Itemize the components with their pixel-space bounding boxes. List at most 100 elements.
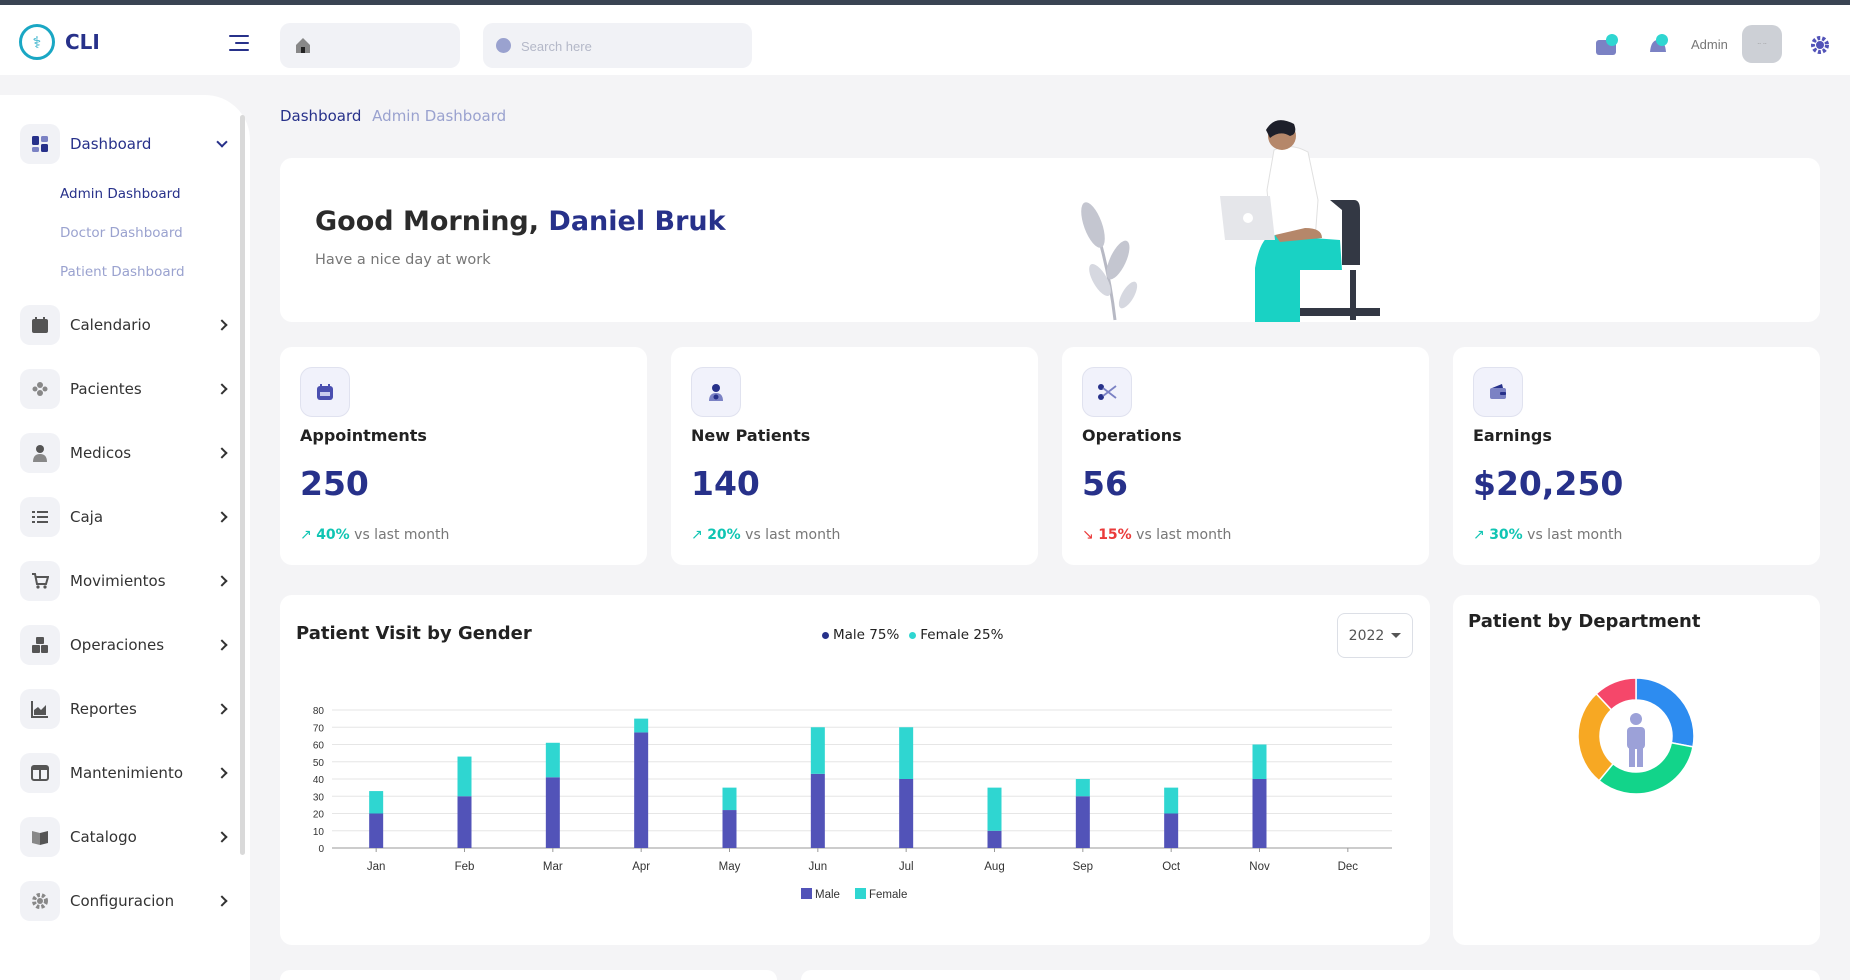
chevron-right-icon: [216, 575, 228, 587]
bar-male: [1252, 779, 1267, 848]
stat-trend: ↗ 40% vs last month: [300, 527, 449, 543]
bar-female: [1075, 779, 1090, 797]
bar-male: [1164, 813, 1179, 848]
sidebar: Dashboard Admin Dashboard Doctor Dashboa…: [0, 95, 250, 980]
patient-add-icon: [691, 367, 741, 417]
y-tick-label: 40: [313, 775, 325, 786]
x-tick-label: Oct: [1162, 861, 1181, 873]
bar-female: [899, 727, 914, 779]
x-tick-label: Dec: [1338, 861, 1359, 873]
avatar[interactable]: ·· ··: [1742, 25, 1782, 63]
scissors-icon: [1082, 367, 1132, 417]
trend-down-icon: ↘: [1082, 527, 1099, 543]
sidebar-scrollbar[interactable]: [240, 115, 245, 855]
legend-label-female: Female: [869, 889, 907, 901]
sidebar-item-label: Pacientes: [70, 380, 142, 398]
chevron-right-icon: [216, 895, 228, 907]
stat-title: New Patients: [691, 426, 811, 445]
menu-toggle-icon[interactable]: [229, 35, 249, 51]
sidebar-item-dashboard[interactable]: Dashboard: [20, 123, 230, 165]
welcome-card: Good Morning, Daniel Bruk Have a nice da…: [280, 158, 1820, 322]
sidebar-item-configuracion[interactable]: Configuracion: [20, 880, 230, 922]
bar-male: [545, 777, 560, 848]
home-pill[interactable]: [280, 23, 460, 68]
sidebar-item-calendario[interactable]: Calendario: [20, 304, 230, 346]
bar-female: [987, 787, 1002, 831]
book-icon: [20, 817, 60, 857]
top-header: ⚕ CLI Admin ·· ··: [0, 5, 1850, 75]
stat-value: 140: [691, 464, 760, 503]
department-chart-card: Patient by Department: [1453, 595, 1820, 945]
sidebar-item-mantenimiento[interactable]: Mantenimiento: [20, 752, 230, 794]
logo-text: CLI: [65, 30, 100, 54]
mail-icon[interactable]: [1594, 32, 1620, 58]
legend-swatch-female: [855, 888, 866, 899]
notification-bell-icon[interactable]: [1645, 32, 1671, 58]
stat-trend: ↗ 30% vs last month: [1473, 527, 1622, 543]
dashboard-icon: [20, 124, 60, 164]
stat-trend: ↘ 15% vs last month: [1082, 527, 1231, 543]
bar-male: [899, 779, 914, 848]
y-tick-label: 50: [313, 758, 325, 769]
person-icon: [1627, 713, 1645, 767]
bar-female: [457, 756, 472, 797]
home-icon: [296, 38, 310, 53]
bottom-card-right: [801, 970, 1820, 980]
stat-value: $20,250: [1473, 464, 1624, 503]
y-tick-label: 70: [313, 723, 325, 734]
sidebar-item-pacientes[interactable]: Pacientes: [20, 368, 230, 410]
doctor-icon: [20, 433, 60, 473]
bar-male: [987, 830, 1002, 848]
x-tick-label: Jan: [367, 861, 386, 873]
stat-value: 250: [300, 464, 369, 503]
legend-swatch-male: [801, 888, 812, 899]
search-input[interactable]: [521, 35, 731, 57]
trend-percent: 40%: [316, 527, 350, 543]
greeting-title: Good Morning, Daniel Bruk: [315, 206, 726, 237]
donut-slice: [1597, 741, 1694, 795]
trend-percent: 15%: [1098, 527, 1132, 543]
submenu-patient-dashboard[interactable]: Patient Dashboard: [60, 264, 185, 280]
y-tick-label: 60: [313, 741, 325, 752]
x-tick-label: May: [719, 861, 741, 873]
trend-suffix: vs last month: [349, 527, 450, 543]
bar-female: [369, 791, 384, 814]
chart-title: Patient Visit by Gender: [296, 623, 532, 644]
bar-male: [1075, 796, 1090, 848]
sidebar-item-catalogo[interactable]: Catalogo: [20, 816, 230, 858]
y-tick-label: 20: [313, 810, 325, 821]
sidebar-item-operaciones[interactable]: Operaciones: [20, 624, 230, 666]
chevron-right-icon: [216, 383, 228, 395]
bar-male: [369, 813, 384, 848]
caduceus-icon: ⚕: [19, 24, 55, 60]
search-icon: [496, 38, 511, 53]
stat-trend: ↗ 20% vs last month: [691, 527, 840, 543]
bar-female: [545, 742, 560, 778]
year-select[interactable]: 2022: [1337, 613, 1413, 658]
layout-icon: [20, 753, 60, 793]
sidebar-item-medicos[interactable]: Medicos: [20, 432, 230, 474]
submenu-doctor-dashboard[interactable]: Doctor Dashboard: [60, 225, 183, 241]
bar-female: [810, 727, 825, 774]
bar-female: [1164, 787, 1179, 814]
gender-bar-chart: 0 10 20 30 40 50 60 70 80 Jan Feb Mar Apr May Jun Jul Au…: [313, 706, 1392, 901]
user-name: Daniel Bruk: [548, 206, 726, 237]
sidebar-item-movimientos[interactable]: Movimientos: [20, 560, 230, 602]
x-tick-label: Apr: [632, 861, 650, 873]
trend-suffix: vs last month: [740, 527, 841, 543]
sidebar-item-caja[interactable]: Caja: [20, 496, 230, 538]
app-logo[interactable]: ⚕ CLI: [19, 24, 100, 60]
sidebar-item-label: Configuracion: [70, 892, 175, 910]
y-tick-label: 0: [318, 844, 324, 855]
settings-gear-icon[interactable]: [1810, 35, 1830, 55]
calendar-icon: [20, 305, 60, 345]
breadcrumb-dashboard[interactable]: Dashboard: [280, 107, 361, 125]
stat-card-appointments: Appointments 250 ↗ 40% vs last month: [280, 347, 647, 565]
sidebar-item-reportes[interactable]: Reportes: [20, 688, 230, 730]
patients-icon: [20, 369, 60, 409]
trend-percent: 20%: [707, 527, 741, 543]
year-value: 2022: [1348, 627, 1385, 644]
submenu-admin-dashboard[interactable]: Admin Dashboard: [60, 186, 181, 202]
stat-card-operations: Operations 56 ↘ 15% vs last month: [1062, 347, 1429, 565]
trend-up-icon: ↗: [691, 527, 708, 543]
